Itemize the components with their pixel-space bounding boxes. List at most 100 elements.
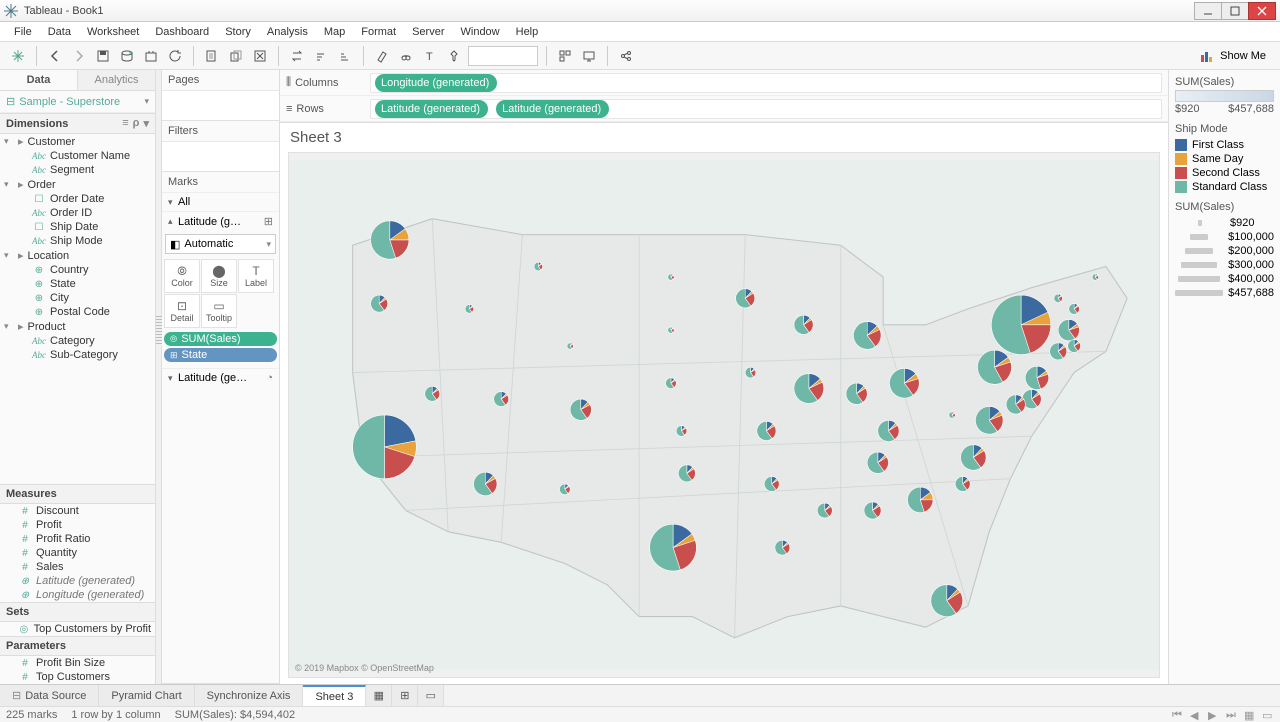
field-state[interactable]: ⊕State — [0, 277, 155, 291]
sheet-tab-pyramid-chart[interactable]: Pyramid Chart — [99, 685, 194, 706]
set-top-customers-by-profit[interactable]: ◎Top Customers by Profit — [0, 622, 155, 636]
rows-pill-latitude-b[interactable]: Latitude (generated) — [496, 100, 609, 118]
nav-prev-icon[interactable]: ◀ — [1190, 709, 1202, 721]
tableau-icon[interactable] — [6, 44, 30, 68]
pin-button[interactable] — [442, 44, 466, 68]
view-icon[interactable]: ≡ — [122, 117, 128, 130]
new-dashboard-tab[interactable]: ⊞ — [392, 685, 418, 706]
field-postal-code[interactable]: ⊕Postal Code — [0, 305, 155, 319]
sort-desc-button[interactable] — [333, 44, 357, 68]
new-worksheet-button[interactable] — [200, 44, 224, 68]
fit-selector[interactable] — [468, 46, 538, 66]
folder-product[interactable]: ▾▸Product — [0, 319, 155, 334]
back-button[interactable] — [43, 44, 67, 68]
param-top-customers[interactable]: #Top Customers — [0, 670, 155, 684]
menu-window[interactable]: Window — [453, 24, 508, 40]
menu-format[interactable]: Format — [353, 24, 404, 40]
measure-discount[interactable]: #Discount — [0, 504, 155, 518]
field-order-id[interactable]: AbcOrder ID — [0, 206, 155, 220]
share-button[interactable] — [614, 44, 638, 68]
pages-shelf[interactable] — [162, 90, 279, 120]
nav-last-icon[interactable]: ⏭ — [1226, 709, 1238, 721]
rows-shelf[interactable]: ≡Rows Latitude (generated) Latitude (gen… — [280, 96, 1168, 122]
measure-profit-ratio[interactable]: #Profit Ratio — [0, 532, 155, 546]
maximize-button[interactable] — [1221, 2, 1249, 20]
field-country[interactable]: ⊕Country — [0, 263, 155, 277]
param-profit-bin-size[interactable]: #Profit Bin Size — [0, 656, 155, 670]
sort-asc-button[interactable] — [309, 44, 333, 68]
minimize-button[interactable] — [1194, 2, 1222, 20]
measure-longitude-generated-[interactable]: ⊕Longitude (generated) — [0, 588, 155, 602]
filmstrip-icon[interactable]: ▭ — [1262, 709, 1274, 721]
marks-all-layer[interactable]: ▾All — [162, 192, 279, 211]
grid-view-icon[interactable]: ▦ — [1244, 709, 1256, 721]
field-segment[interactable]: AbcSegment — [0, 163, 155, 177]
map-viz[interactable]: © 2019 Mapbox © OpenStreetMap — [288, 152, 1160, 678]
folder-order[interactable]: ▾▸Order — [0, 177, 155, 192]
detail-card[interactable]: ⊡Detail — [164, 294, 200, 328]
columns-pill-longitude[interactable]: Longitude (generated) — [375, 74, 497, 92]
presentation-button[interactable] — [577, 44, 601, 68]
datasource-tab[interactable]: ⊟Data Source — [0, 685, 99, 706]
new-worksheet-tab[interactable]: ▦ — [366, 685, 392, 706]
connection-row[interactable]: ⊟ Sample - Superstore ▾ — [0, 91, 155, 113]
cards-button[interactable] — [553, 44, 577, 68]
close-button[interactable] — [1248, 2, 1276, 20]
new-story-tab[interactable]: ▭ — [418, 685, 444, 706]
legend-same-day[interactable]: Same Day — [1175, 153, 1274, 165]
duplicate-button[interactable] — [224, 44, 248, 68]
measure-profit[interactable]: #Profit — [0, 518, 155, 532]
sheet-tab-sheet-3[interactable]: Sheet 3 — [303, 685, 366, 706]
field-sub-category[interactable]: AbcSub-Category — [0, 348, 155, 362]
color-legend-gradient[interactable] — [1175, 90, 1274, 102]
menu-dashboard[interactable]: Dashboard — [147, 24, 217, 40]
legend-second-class[interactable]: Second Class — [1175, 167, 1274, 179]
nav-next-icon[interactable]: ▶ — [1208, 709, 1220, 721]
field-ship-mode[interactable]: AbcShip Mode — [0, 234, 155, 248]
menu-worksheet[interactable]: Worksheet — [79, 24, 147, 40]
field-category[interactable]: AbcCategory — [0, 334, 155, 348]
marks-layer-b[interactable]: ▾Latitude (ge…◔ — [162, 368, 279, 387]
menu-data[interactable]: Data — [40, 24, 79, 40]
sheet-title[interactable]: Sheet 3 — [290, 129, 342, 146]
group-button[interactable] — [394, 44, 418, 68]
new-data-button[interactable] — [115, 44, 139, 68]
folder-location[interactable]: ▾▸Location — [0, 248, 155, 263]
menu-story[interactable]: Story — [217, 24, 259, 40]
measure-sales[interactable]: #Sales — [0, 560, 155, 574]
left-splitter[interactable] — [156, 70, 162, 684]
label-button[interactable]: T — [418, 44, 442, 68]
highlight-button[interactable] — [370, 44, 394, 68]
field-customer-name[interactable]: AbcCustomer Name — [0, 149, 155, 163]
field-order-date[interactable]: ☐Order Date — [0, 192, 155, 206]
size-card[interactable]: ⬤Size — [201, 259, 237, 293]
marks-layer-a[interactable]: ▴Latitude (g…⊞ — [162, 211, 279, 231]
tooltip-card[interactable]: ▭Tooltip — [201, 294, 237, 328]
menu-analysis[interactable]: Analysis — [259, 24, 316, 40]
folder-customer[interactable]: ▾▸Customer — [0, 134, 155, 149]
marks-pill-sumsales[interactable]: ⦾SUM(Sales) — [164, 332, 277, 346]
search-icon[interactable]: ρ — [133, 117, 140, 130]
field-ship-date[interactable]: ☐Ship Date — [0, 220, 155, 234]
color-card[interactable]: ⦾Color — [164, 259, 200, 293]
menu-server[interactable]: Server — [404, 24, 452, 40]
data-tab[interactable]: Data — [0, 70, 77, 90]
legend-first-class[interactable]: First Class — [1175, 139, 1274, 151]
legend-standard-class[interactable]: Standard Class — [1175, 181, 1274, 193]
clear-button[interactable] — [248, 44, 272, 68]
nav-first-icon[interactable]: ⏮ — [1172, 709, 1184, 721]
field-city[interactable]: ⊕City — [0, 291, 155, 305]
menu-file[interactable]: File — [6, 24, 40, 40]
marks-pill-state[interactable]: ⊞State — [164, 348, 277, 362]
label-card[interactable]: TLabel — [238, 259, 274, 293]
measure-latitude-generated-[interactable]: ⊕Latitude (generated) — [0, 574, 155, 588]
mark-type-selector[interactable]: ◧ Automatic ▾ — [165, 234, 276, 254]
menu-map[interactable]: Map — [316, 24, 353, 40]
measure-quantity[interactable]: #Quantity — [0, 546, 155, 560]
sheet-tab-synchronize-axis[interactable]: Synchronize Axis — [195, 685, 304, 706]
refresh-button[interactable] — [163, 44, 187, 68]
menu-icon[interactable]: ▾ — [143, 117, 149, 130]
columns-shelf[interactable]: ⫼Columns Longitude (generated) — [280, 70, 1168, 96]
menu-help[interactable]: Help — [508, 24, 547, 40]
showme-button[interactable]: Show Me — [1192, 49, 1274, 63]
